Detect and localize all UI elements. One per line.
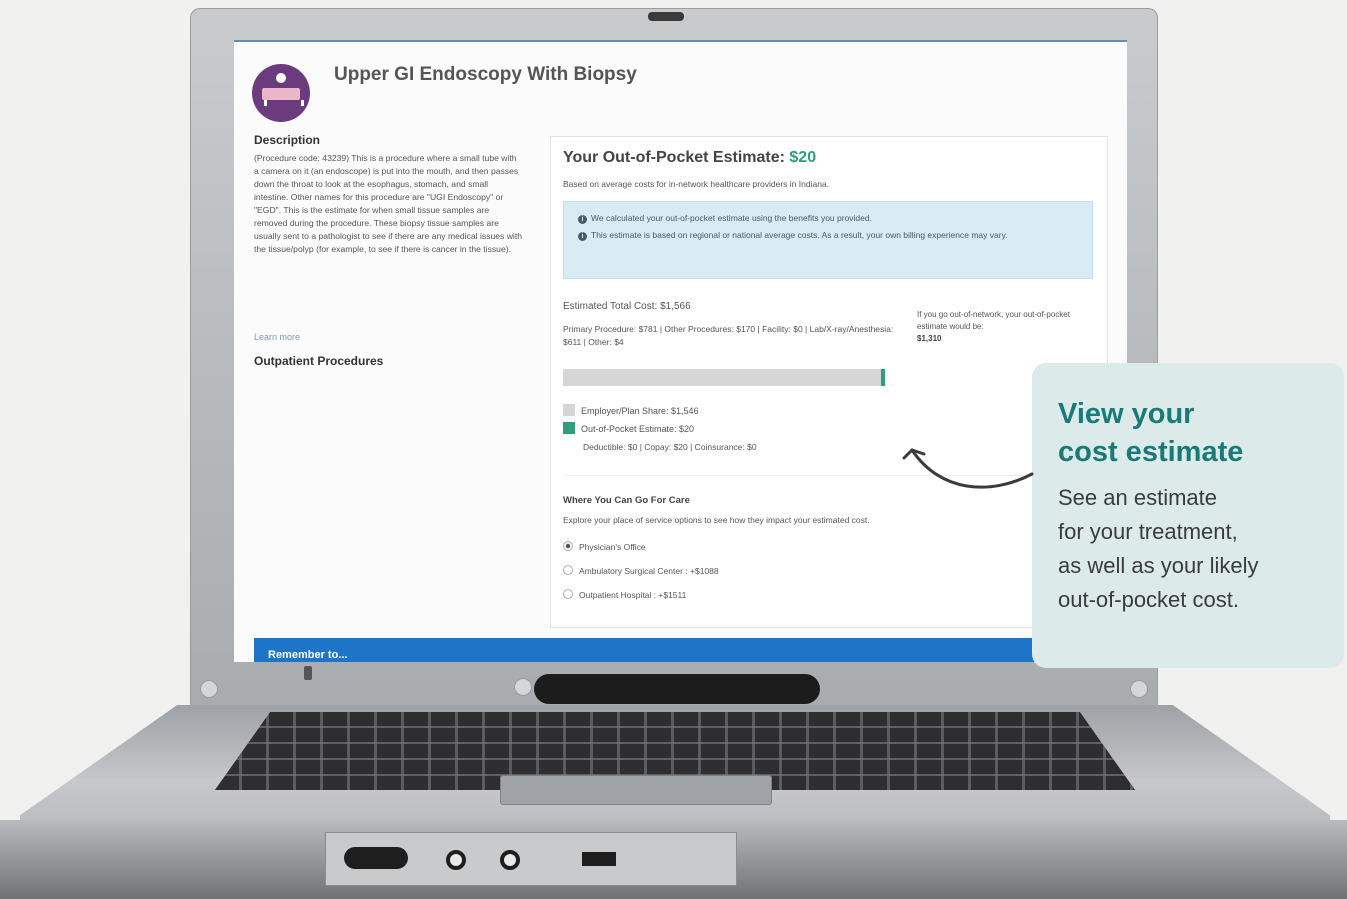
hinge-bar: [534, 674, 820, 704]
description-heading: Description: [254, 133, 321, 147]
status-led: [304, 666, 312, 680]
legend-swatch-employer: [563, 404, 575, 416]
care-option-ambulatory[interactable]: Ambulatory Surgical Center : +$1088: [563, 565, 719, 576]
radio-selected-icon: [563, 541, 573, 551]
info-icon: i: [578, 215, 587, 224]
webcam: [648, 12, 684, 21]
care-option-physician[interactable]: Physician's Office: [563, 541, 646, 552]
touchpad: [500, 775, 772, 805]
lid-bumper-right: [1130, 680, 1148, 698]
lid-bumper-left: [200, 680, 218, 698]
callout-box: View your cost estimate See an estimate …: [1032, 363, 1344, 668]
info-notice: i We calculated your out-of-pocket estima…: [563, 201, 1093, 279]
radio-unselected-icon: [563, 589, 573, 599]
radio-unselected-icon: [563, 565, 573, 575]
care-subtitle: Explore your place of service options to…: [563, 515, 870, 525]
curved-arrow-icon: [902, 448, 1034, 489]
cost-breakdown: Primary Procedure: $781 | Other Procedur…: [563, 324, 894, 347]
infrared-port: [344, 847, 408, 869]
description-text: (Procedure code: 43239) This is a proced…: [254, 153, 522, 254]
out-of-network-amount: $1,310: [917, 334, 942, 343]
legend-swatch-oop: [563, 422, 575, 434]
callout-body: See an estimate for your treatment, as w…: [1058, 485, 1259, 612]
care-heading: Where You Can Go For Care: [563, 495, 690, 506]
total-cost: Estimated Total Cost: $1,566: [563, 301, 691, 312]
legend-employer: Employer/Plan Share: $1,546: [563, 404, 699, 416]
power-switch: [582, 852, 616, 866]
page-title: Upper GI Endoscopy With Biopsy: [334, 64, 637, 85]
legend-out-of-pocket: Out-of-Pocket Estimate: $20: [563, 422, 694, 434]
laptop-screen: Upper GI Endoscopy With Biopsy Descripti…: [234, 40, 1127, 662]
procedure-icon: [252, 64, 310, 122]
estimate-amount: $20: [789, 149, 817, 166]
learn-more-link[interactable]: Learn more: [254, 332, 300, 342]
out-of-pocket-fill: [881, 369, 885, 386]
care-option-hospital[interactable]: Outpatient Hospital : +$1511: [563, 589, 686, 600]
info-icon: i: [578, 232, 587, 241]
callout-title: View your cost estimate: [1058, 398, 1244, 468]
out-of-network-note: If you go out-of-network, your out-of-po…: [917, 309, 1097, 345]
outpatient-procedures-link[interactable]: Outpatient Procedures: [254, 354, 383, 368]
lid-bumper-middle: [514, 678, 532, 696]
estimate-card: Your Out-of-Pocket Estimate: $20 Based o…: [550, 136, 1108, 628]
estimate-title: Your Out-of-Pocket Estimate: $20: [563, 149, 817, 166]
remember-banner: Remember to...: [254, 638, 1127, 662]
deductible-breakdown: Deductible: $0 | Copay: $20 | Coinsuranc…: [583, 442, 757, 452]
audio-jack-headphone: [446, 850, 466, 870]
audio-jack-mic: [500, 850, 520, 870]
estimate-subtitle: Based on average costs for in-network he…: [563, 179, 830, 189]
cost-share-bar: [563, 369, 885, 386]
